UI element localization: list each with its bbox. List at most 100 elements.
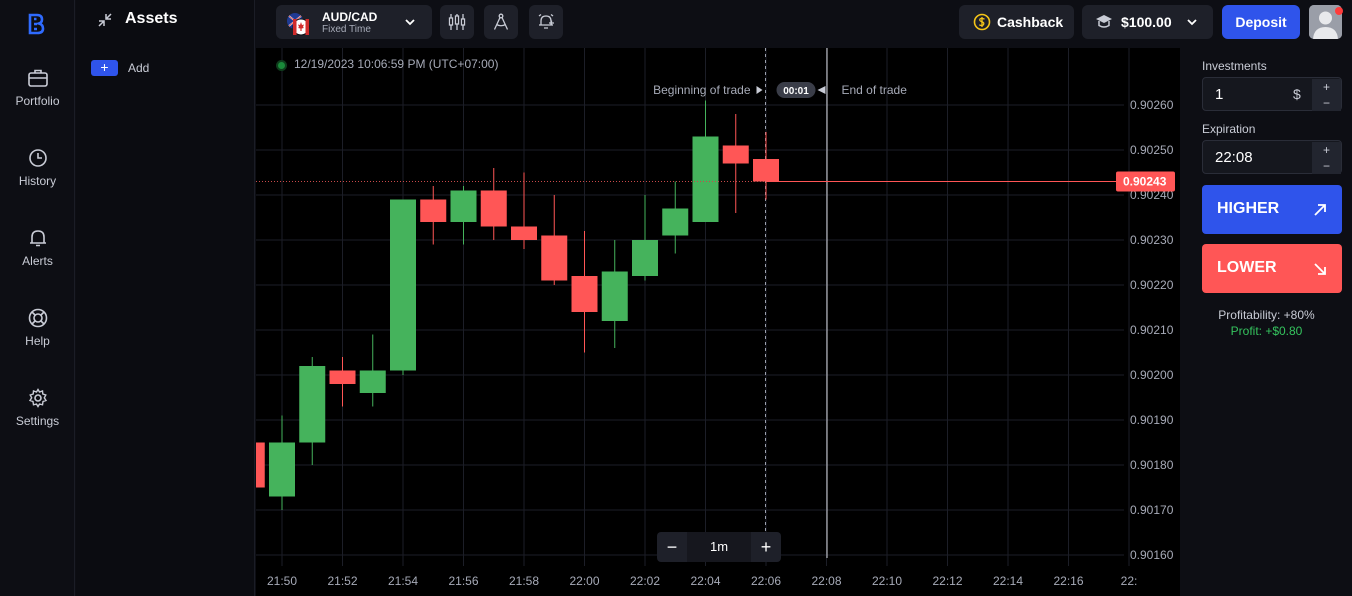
lifebuoy-icon: [28, 308, 47, 328]
higher-button[interactable]: HIGHER: [1202, 185, 1342, 234]
expiration-field[interactable]: 22:08 + −: [1202, 140, 1342, 174]
chevron-down-icon: [1187, 19, 1197, 26]
add-asset-label[interactable]: Add: [128, 61, 149, 75]
trade-panel: Investments 1 $ + − Expiration 22:08 + −…: [1181, 48, 1352, 596]
countdown-badge: 00:01: [776, 82, 816, 98]
nav-item-settings[interactable]: Settings: [0, 388, 75, 448]
pair-name: AUD/CAD: [322, 10, 378, 24]
left-nav: Portfolio History Alerts Help Settings: [0, 0, 75, 596]
x-tick-label: 21:58: [509, 574, 539, 588]
candle-body: [753, 159, 779, 182]
candle: [692, 100, 719, 222]
add-asset-button[interactable]: +: [91, 60, 118, 76]
candle: [299, 357, 326, 465]
deposit-button[interactable]: Deposit: [1222, 5, 1300, 39]
b-logo-icon[interactable]: [23, 11, 49, 37]
x-tick-label: 22:14: [993, 574, 1023, 588]
candle: [511, 172, 537, 249]
nav-item-portfolio[interactable]: Portfolio: [0, 68, 75, 128]
candle: [480, 168, 507, 240]
candle: [662, 181, 689, 254]
zoom-out-button[interactable]: −: [657, 532, 687, 562]
drawing-tools-button[interactable]: [484, 5, 518, 39]
candle: [450, 186, 477, 245]
alert-add-icon: [538, 13, 554, 29]
candle: [571, 231, 598, 353]
candle-body: [329, 370, 356, 384]
cashback-button[interactable]: Cashback: [959, 5, 1074, 39]
add-alert-button[interactable]: [529, 5, 563, 39]
x-tick-label: 22:00: [569, 574, 599, 588]
profit-text: Profit: +$0.80: [1230, 324, 1303, 338]
candle-body: [722, 145, 749, 164]
trade-end-label: End of trade: [842, 83, 908, 97]
arrow-up-right-icon: [1314, 204, 1326, 216]
live-indicator: [278, 62, 285, 69]
lower-button[interactable]: LOWER: [1202, 244, 1342, 293]
assets-panel: Assets + Add: [76, 0, 255, 596]
investments-label: Investments: [1202, 59, 1267, 73]
triangle-left-icon: [817, 86, 826, 94]
x-tick-label: 21:56: [448, 574, 478, 588]
arrow-down-right-icon: [1314, 263, 1326, 275]
nav-item-history[interactable]: History: [0, 148, 75, 208]
investment-decrease-button[interactable]: −: [1312, 95, 1341, 111]
candle: [390, 199, 416, 375]
y-tick-label: 0.90250: [1130, 143, 1174, 157]
x-tick-label: 22:04: [690, 574, 720, 588]
gear-icon: [28, 388, 47, 408]
nav-label: History: [18, 174, 57, 188]
expiration-label: Expiration: [1202, 122, 1256, 136]
top-bar: AUD/CAD Fixed Time Cashback $100.00 Depo…: [256, 0, 1352, 48]
expiration-increase-button[interactable]: +: [1312, 142, 1341, 158]
y-tick-label: 0.90220: [1130, 278, 1174, 292]
investment-increase-button[interactable]: +: [1312, 79, 1341, 95]
y-tick-label: 0.90160: [1130, 548, 1174, 562]
candle: [256, 442, 265, 488]
x-tick-label: 21:50: [267, 574, 297, 588]
candle-body: [420, 199, 447, 222]
expiration-decrease-button[interactable]: −: [1312, 158, 1341, 174]
nav-label: Help: [25, 334, 50, 348]
x-tick-label: 22:16: [1053, 574, 1083, 588]
y-tick-label: 0.90260: [1130, 98, 1174, 112]
nav-item-help[interactable]: Help: [0, 308, 75, 368]
candle-body: [299, 366, 326, 443]
expiration-value[interactable]: 22:08: [1215, 149, 1253, 166]
x-tick-label: 22:: [1121, 574, 1138, 588]
chart-timestamp: 12/19/2023 10:06:59 PM (UTC+07:00): [294, 57, 499, 71]
candle-body: [511, 226, 537, 240]
countdown-label: 00:01: [783, 86, 809, 97]
y-tick-label: 0.90230: [1130, 233, 1174, 247]
candlestick-chart-icon: [448, 14, 466, 30]
zoom-control: − 1m +: [657, 532, 781, 562]
zoom-in-button[interactable]: +: [751, 532, 781, 562]
candle-body: [359, 370, 386, 393]
x-tick-label: 21:52: [327, 574, 357, 588]
x-tick-label: 21:54: [388, 574, 418, 588]
x-tick-label: 22:08: [811, 574, 841, 588]
investment-field[interactable]: 1 $ + −: [1202, 77, 1342, 111]
account-balance-selector[interactable]: $100.00: [1082, 5, 1213, 39]
nav-label: Alerts: [22, 254, 53, 268]
trade-begin-label: Beginning of trade: [653, 83, 751, 97]
candle: [269, 415, 295, 510]
candle-body: [450, 190, 477, 222]
chart-type-button[interactable]: [440, 5, 474, 39]
candle-body: [480, 190, 507, 227]
bell-icon: [29, 230, 46, 247]
aud-cad-flag-icon: [287, 13, 310, 36]
collapse-icon[interactable]: [97, 12, 113, 28]
candle: [753, 132, 779, 200]
higher-label: HIGHER: [1217, 200, 1280, 217]
candle: [722, 114, 749, 213]
chart-area[interactable]: 0.90260 0.90250 0.90240 0.90230 0.90220 0.902…: [256, 48, 1180, 596]
nav-item-alerts[interactable]: Alerts: [0, 228, 75, 288]
investment-value[interactable]: 1: [1215, 86, 1223, 103]
price-chart[interactable]: 0.902600.902500.902400.902300.902200.902…: [256, 48, 1180, 596]
asset-selector[interactable]: AUD/CAD Fixed Time: [276, 5, 432, 39]
x-tick-label: 22:06: [751, 574, 781, 588]
lower-label: LOWER: [1217, 259, 1277, 276]
timeframe-label[interactable]: 1m: [687, 532, 751, 562]
triangle-right-icon: [756, 86, 763, 94]
